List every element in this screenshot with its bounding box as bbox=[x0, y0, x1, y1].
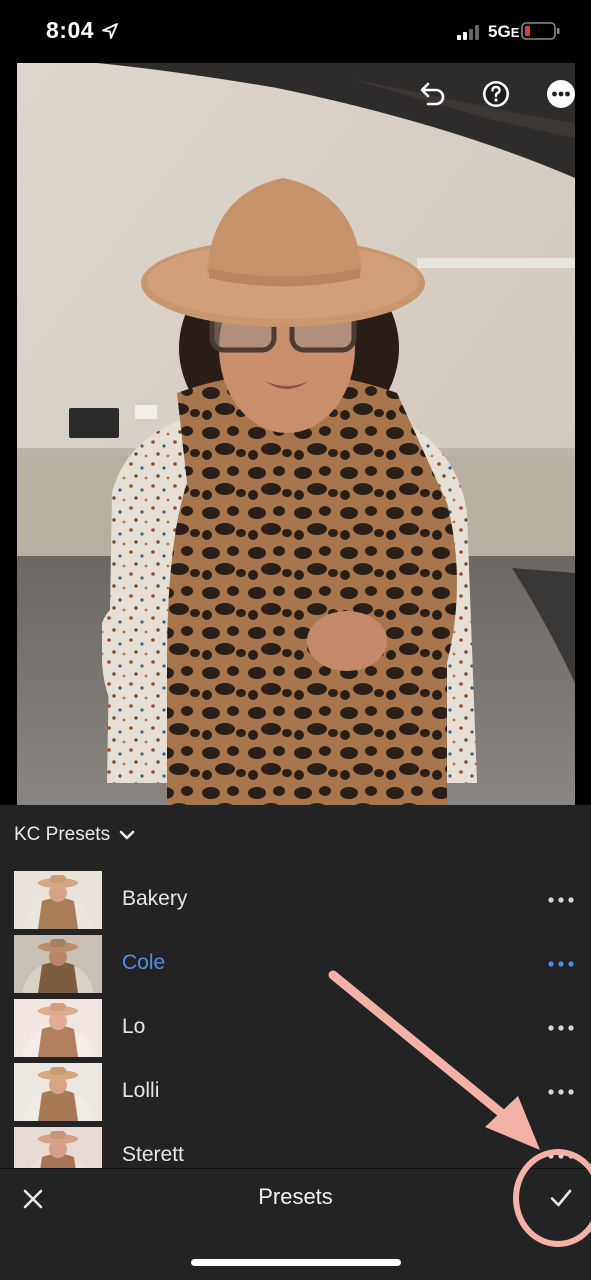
more-icon[interactable] bbox=[546, 1019, 576, 1037]
lightroom-presets-screen: 8:04 5GE KC Presets Bakery Cole Lo Lolli… bbox=[0, 0, 591, 1280]
preset-thumbnail bbox=[14, 999, 102, 1057]
preset-row[interactable]: Sterett bbox=[0, 1127, 591, 1168]
undo-icon[interactable] bbox=[416, 78, 448, 110]
chevron-down-icon bbox=[119, 830, 135, 840]
battery-low-icon bbox=[521, 22, 560, 40]
preset-list[interactable]: Bakery Cole Lo Lolli Sterett bbox=[0, 860, 591, 1168]
more-icon[interactable] bbox=[546, 1147, 576, 1165]
preset-row[interactable]: Lolli bbox=[0, 1063, 591, 1125]
photo-preview[interactable] bbox=[17, 63, 575, 805]
preset-name: Lo bbox=[122, 1015, 146, 1038]
preset-name: Lolli bbox=[122, 1079, 160, 1102]
status-time: 8:04 bbox=[46, 17, 95, 43]
more-options-icon[interactable] bbox=[545, 78, 577, 110]
preset-row[interactable]: Bakery bbox=[0, 871, 591, 933]
preset-group-name: KC Presets bbox=[14, 824, 111, 845]
help-icon[interactable] bbox=[480, 78, 512, 110]
location-arrow-icon bbox=[102, 23, 118, 39]
cellular-signal-icon bbox=[457, 25, 479, 40]
checkmark-icon[interactable] bbox=[547, 1184, 575, 1212]
network-subtype: E bbox=[510, 25, 520, 40]
preset-row[interactable]: Lo bbox=[0, 999, 591, 1061]
network-indicator: 5GE bbox=[488, 22, 519, 42]
preset-row-selected[interactable]: Cole bbox=[0, 935, 591, 997]
portrait-photo bbox=[17, 63, 575, 805]
bottom-bar-title: Presets bbox=[258, 1184, 333, 1209]
network-type: 5G bbox=[488, 22, 511, 41]
preset-name: Cole bbox=[122, 951, 166, 974]
more-icon[interactable] bbox=[546, 891, 576, 909]
preset-thumbnail bbox=[14, 935, 102, 993]
preset-thumbnail bbox=[14, 871, 102, 929]
more-icon[interactable] bbox=[546, 1083, 576, 1101]
status-bar: 8:04 5GE bbox=[0, 0, 591, 62]
preset-group-selector[interactable]: KC Presets bbox=[14, 820, 136, 850]
preset-thumbnail bbox=[14, 1127, 102, 1168]
preset-name: Bakery bbox=[122, 887, 188, 910]
preset-thumbnail bbox=[14, 1063, 102, 1121]
home-indicator[interactable] bbox=[191, 1259, 401, 1266]
preset-name: Sterett bbox=[122, 1143, 184, 1166]
more-icon[interactable] bbox=[546, 955, 576, 973]
